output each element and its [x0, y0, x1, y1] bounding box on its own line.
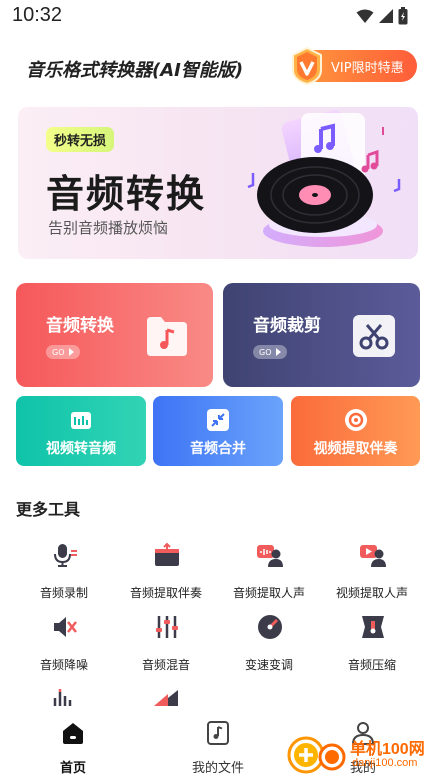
tool-speed-pitch[interactable]: 变速变调 — [219, 614, 319, 676]
tool-audio-extract-accompaniment[interactable]: 音频提取伴奏 — [116, 542, 216, 604]
pitch-icon — [258, 615, 282, 639]
voice-extract-icon — [257, 545, 283, 567]
tool-audio-noise-reduction[interactable]: 音频降噪 — [14, 614, 114, 676]
tool-video-extract-voice[interactable]: 视频提取人声 — [322, 542, 422, 604]
quick-tool-label: 视频转音频 — [46, 441, 116, 457]
go-button[interactable]: GO — [253, 345, 287, 359]
section-title-more-tools: 更多工具 — [16, 500, 81, 519]
card-title: 音频转换 — [46, 316, 114, 336]
tool-label: 音频降噪 — [39, 658, 88, 672]
audio-merge-card[interactable]: 音频合并 — [153, 396, 283, 466]
tool-label: 音频录制 — [39, 586, 88, 600]
battery-icon — [398, 7, 408, 25]
nav-label: 首页 — [59, 761, 86, 775]
quick-tool-label: 视频提取伴奏 — [313, 441, 398, 457]
app-title: 音乐格式转换器(AI智能版) — [26, 60, 244, 81]
tool-audio-extract-voice[interactable]: 音频提取人声 — [219, 542, 319, 604]
signal-icon — [379, 9, 393, 23]
banner-title: 音频转换 — [46, 172, 207, 216]
status-bar: 10:32 — [0, 0, 436, 32]
vip-label: VIP限时特惠 — [331, 60, 404, 76]
banner-tag: 秒转无损 — [46, 127, 115, 152]
nav-label: 我的文件 — [191, 761, 244, 775]
status-icons — [356, 7, 408, 25]
tool-audio-compress[interactable]: 音频压缩 — [322, 614, 422, 676]
scissors-icon — [353, 315, 395, 357]
tool-label: 音频混音 — [141, 658, 190, 672]
microphone-icon — [54, 544, 77, 567]
audio-box-icon — [155, 542, 179, 566]
site-watermark: 单机100网 danji100.com — [286, 733, 436, 775]
file-music-icon — [207, 721, 229, 745]
banner-subtitle: 告别音频播放烦恼 — [48, 219, 169, 237]
promo-banner[interactable]: 秒转无损 音频转换 告别音频播放烦恼 — [18, 107, 418, 259]
noise-reduction-icon — [54, 617, 77, 637]
wifi-icon — [356, 9, 374, 23]
nav-home[interactable]: 首页 — [33, 715, 113, 775]
video-to-audio-card[interactable]: 视频转音频 — [16, 396, 146, 466]
tool-label: 音频提取人声 — [232, 586, 305, 600]
tool-label: 视频提取人声 — [335, 586, 408, 600]
go-button[interactable]: GO — [46, 345, 80, 359]
tool-audio-record[interactable]: 音频录制 — [14, 542, 114, 604]
folder-music-icon — [147, 317, 187, 356]
equalizer-icon — [53, 689, 72, 706]
compress-icon — [362, 616, 384, 638]
status-time: 10:32 — [12, 4, 63, 26]
watermark-title: 单机100网 — [350, 741, 425, 758]
watermark-url: danji100.com — [352, 757, 418, 769]
nav-my-files[interactable]: 我的文件 — [178, 715, 258, 775]
audio-fade-icon — [154, 690, 178, 706]
vip-crown-icon — [292, 46, 322, 86]
merge-icon — [207, 409, 229, 431]
video-extract-accompaniment-card[interactable]: 视频提取伴奏 — [291, 396, 420, 466]
vinyl-record-illustration — [247, 110, 401, 247]
audio-convert-card[interactable]: 音频转换 GO — [16, 283, 213, 387]
extract-accompaniment-icon — [344, 409, 367, 431]
tool-label: 变速变调 — [244, 658, 293, 672]
card-title: 音频裁剪 — [253, 316, 321, 336]
mixer-icon — [156, 616, 178, 638]
tool-label: 音频压缩 — [347, 658, 396, 672]
audio-cut-card[interactable]: 音频裁剪 GO — [223, 283, 420, 387]
quick-tool-label: 音频合并 — [190, 441, 246, 457]
video-to-audio-icon — [71, 412, 91, 429]
watermark-logo-icon — [287, 736, 346, 774]
tool-audio-mix[interactable]: 音频混音 — [116, 614, 216, 676]
tool-label: 音频提取伴奏 — [129, 586, 202, 600]
home-icon — [63, 723, 83, 744]
video-voice-icon — [360, 545, 386, 567]
vip-promo-button[interactable]: VIP限时特惠 — [292, 46, 417, 86]
